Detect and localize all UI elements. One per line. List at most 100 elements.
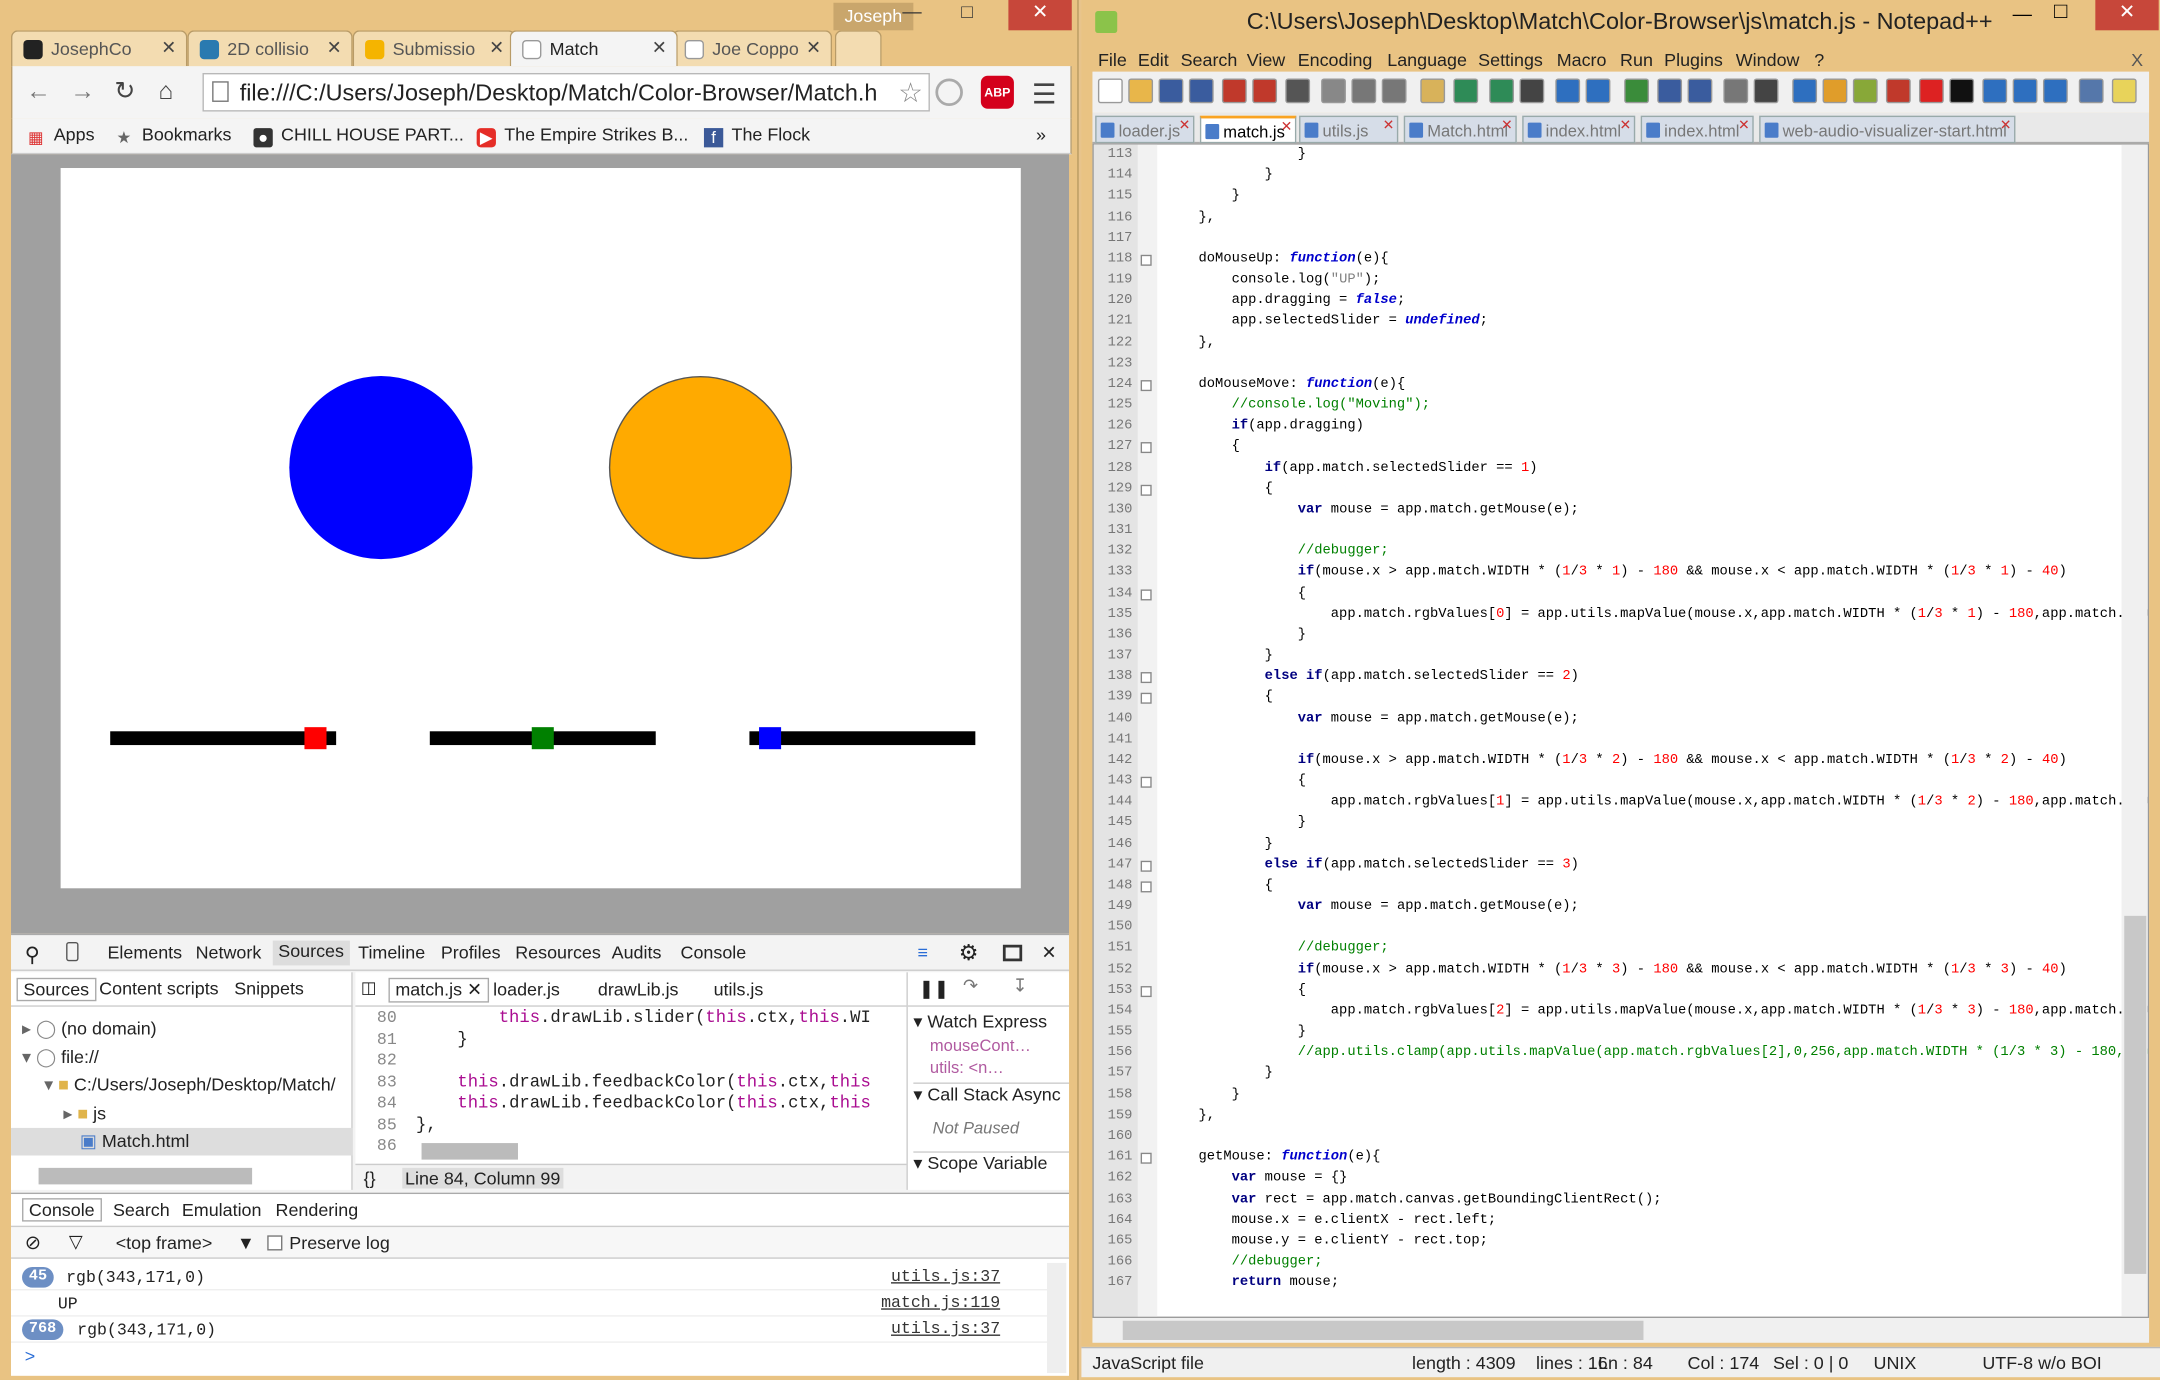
document-tab[interactable]: Match.html ✕ — [1403, 115, 1517, 144]
menu-search[interactable]: Search — [1181, 50, 1238, 71]
blue-slider-track[interactable] — [749, 731, 976, 746]
maximize-icon[interactable]: □ — [2054, 0, 2067, 25]
tab-resources[interactable]: Resources — [515, 942, 601, 963]
document-tab[interactable]: loader.js ✕ — [1095, 115, 1195, 144]
close-icon[interactable]: ✕ — [467, 979, 482, 1000]
zoom-in-icon[interactable] — [1555, 78, 1581, 104]
print-icon[interactable] — [1285, 78, 1311, 104]
bookmark-empire-strikes[interactable]: ▶ The Empire Strikes B... — [476, 124, 688, 148]
monitor-icon[interactable] — [1885, 78, 1911, 104]
watch-expressions-header[interactable]: ▾ Watch Express — [913, 1011, 1047, 1033]
indent-guide-icon[interactable] — [1723, 78, 1749, 104]
tree-item-js[interactable]: ▸ ■ js — [63, 1103, 106, 1125]
func-list-icon[interactable] — [1822, 78, 1848, 104]
extension-icon[interactable] — [935, 78, 963, 107]
tab-network[interactable]: Network — [196, 942, 262, 963]
bookmark-the-flock[interactable]: f The Flock — [703, 124, 810, 148]
close-tab-icon[interactable]: ✕ — [1179, 118, 1191, 133]
clear-console-icon[interactable]: ⊘ — [25, 1231, 41, 1254]
zoom-out-icon[interactable] — [1585, 78, 1611, 104]
close-icon[interactable]: ✕ — [1008, 0, 1072, 31]
log-source-link[interactable]: utils.js:37 — [891, 1267, 1000, 1286]
close-tab-icon[interactable]: ✕ — [2000, 118, 2012, 133]
document-tab[interactable]: match.js ✕ — [1199, 115, 1297, 144]
folder-icon[interactable] — [1852, 78, 1878, 104]
menu-window[interactable]: Window — [1736, 50, 1800, 71]
close-document-button[interactable]: X — [2131, 50, 2143, 71]
bookmark-apps[interactable]: ▦ Apps — [26, 124, 95, 147]
file-tab-match-js[interactable]: match.js ✕ — [388, 977, 489, 1003]
tree-item-folder[interactable]: ▾ ■ C:/Users/Joseph/Desktop/Match/ — [44, 1074, 336, 1096]
preserve-log-checkbox[interactable] — [267, 1235, 283, 1251]
blue-slider-knob[interactable] — [759, 727, 782, 750]
subtab-snippets[interactable]: Snippets — [234, 978, 304, 999]
drawer-tab-console[interactable]: Console — [22, 1198, 102, 1222]
scope-variables-header[interactable]: ▾ Scope Variable — [913, 1151, 1070, 1174]
save-macro-icon[interactable] — [2042, 78, 2068, 104]
redo-icon[interactable] — [1453, 78, 1479, 104]
fold-marker-icon[interactable] — [1140, 442, 1152, 454]
close-icon[interactable]: ✕ — [2095, 0, 2159, 31]
menu-plugins[interactable]: Plugins — [1664, 50, 1723, 71]
tab-profiles[interactable]: Profiles — [441, 942, 501, 963]
fold-marker-icon[interactable] — [1140, 379, 1152, 391]
sync-icon[interactable] — [1624, 78, 1649, 104]
lang-icon[interactable] — [1753, 78, 1779, 104]
match-canvas[interactable] — [60, 168, 1021, 889]
minimize-icon[interactable]: — — [891, 0, 932, 30]
menu-settings[interactable]: Settings — [1478, 50, 1543, 71]
menu-icon[interactable]: ☰ — [1032, 77, 1057, 111]
menu-file[interactable]: File — [1098, 50, 1127, 71]
fold-marker-icon[interactable] — [1140, 588, 1152, 600]
menu-help[interactable]: ? — [1814, 50, 1824, 71]
wrap-icon[interactable] — [1657, 78, 1683, 104]
close-icon[interactable] — [1221, 78, 1247, 104]
pretty-print-icon[interactable]: {} — [364, 1168, 376, 1189]
step-over-icon[interactable]: ↷ — [963, 975, 978, 997]
inspect-icon[interactable]: ⚲ — [25, 942, 40, 966]
cut-icon[interactable] — [1321, 78, 1346, 104]
forward-icon[interactable]: → — [70, 77, 95, 106]
tree-item-file[interactable]: ▾ ◯ file:// — [22, 1047, 99, 1069]
red-slider-knob[interactable] — [303, 727, 326, 750]
fold-marker-icon[interactable] — [1140, 881, 1152, 893]
console-scrollbar[interactable] — [1046, 1262, 1067, 1374]
close-all-icon[interactable] — [1252, 78, 1278, 104]
menu-run[interactable]: Run — [1620, 50, 1653, 71]
run-macro-icon[interactable] — [2012, 78, 2038, 104]
document-tab[interactable]: utils.js ✕ — [1299, 115, 1399, 144]
watch-item[interactable]: utils: <n… — [930, 1058, 1004, 1077]
document-tab[interactable]: index.html ✕ — [1522, 115, 1636, 144]
fold-marker-icon[interactable] — [1140, 254, 1152, 266]
subtab-content-scripts[interactable]: Content scripts — [99, 978, 218, 999]
fold-marker-icon[interactable] — [1140, 693, 1152, 705]
scroll-thumb[interactable] — [1122, 1320, 1644, 1341]
drawer-tab-emulation[interactable]: Emulation — [182, 1200, 262, 1221]
close-tab-icon[interactable]: ✕ — [327, 37, 342, 59]
toggle-navigator-icon[interactable]: ◫ — [361, 978, 377, 997]
close-tab-icon[interactable]: ✕ — [1383, 118, 1395, 133]
log-source-link[interactable]: match.js:119 — [881, 1293, 1000, 1312]
document-tab[interactable]: index.html ✕ — [1640, 115, 1754, 144]
minimize-icon[interactable]: — — [2013, 3, 2032, 25]
close-tab-icon[interactable]: ✕ — [489, 37, 504, 59]
scroll-thumb[interactable] — [2124, 915, 2147, 1274]
file-tab-loader-js[interactable]: loader.js — [493, 979, 560, 1000]
new-file-icon[interactable] — [1097, 78, 1123, 104]
menu-edit[interactable]: Edit — [1138, 50, 1169, 71]
copy-icon[interactable] — [1351, 78, 1377, 104]
bookmark-bookmarks[interactable]: ★ Bookmarks — [114, 124, 232, 147]
call-stack-header[interactable]: ▾ Call Stack Async — [913, 1082, 1070, 1105]
record-macro-icon[interactable] — [1918, 78, 1944, 104]
misc-icon[interactable] — [2111, 78, 2137, 104]
tab-timeline[interactable]: Timeline — [358, 942, 425, 963]
close-tab-icon[interactable]: ✕ — [161, 37, 176, 59]
filter-icon[interactable]: ▽ — [69, 1231, 83, 1253]
spellcheck-icon[interactable] — [2078, 78, 2104, 104]
gear-icon[interactable]: ⚙ — [959, 939, 979, 967]
menu-view[interactable]: View — [1247, 50, 1286, 71]
tree-item-no-domain[interactable]: ▸ ◯ (no domain) — [22, 1018, 157, 1040]
device-icon[interactable] — [66, 942, 79, 962]
back-icon[interactable]: ← — [26, 77, 51, 106]
document-tab[interactable]: web-audio-visualizer-start.html ✕ — [1759, 115, 2016, 144]
